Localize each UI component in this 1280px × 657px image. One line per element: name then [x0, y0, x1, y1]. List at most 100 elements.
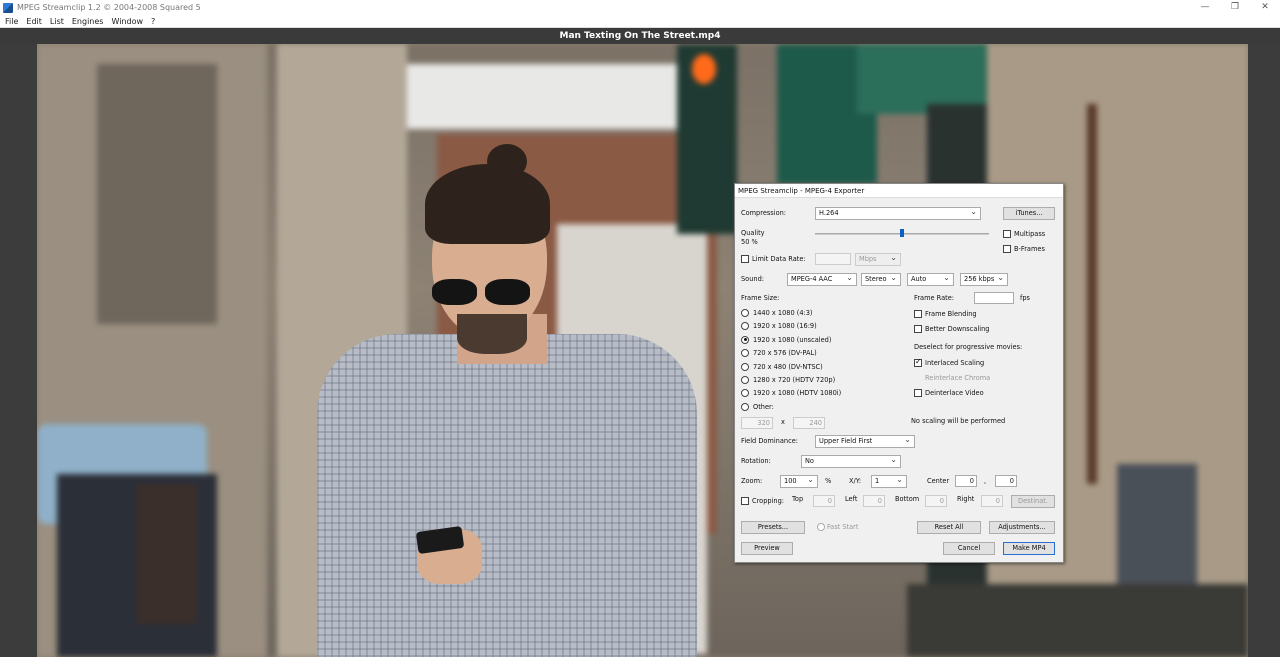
cancel-button[interactable]: Cancel [943, 542, 995, 555]
cropping-label: Cropping: [752, 497, 784, 505]
crop-bottom-input[interactable]: 0 [925, 495, 947, 507]
menu-file[interactable]: File [5, 17, 18, 26]
bframes-checkbox[interactable] [1003, 245, 1011, 253]
maximize-icon[interactable]: ❐ [1220, 0, 1250, 15]
preview-button[interactable]: Preview [741, 542, 793, 555]
crop-top-input[interactable]: 0 [813, 495, 835, 507]
no-scaling-text: No scaling will be performed [911, 417, 1006, 425]
frame-size-label: 1440 x 1080 (4:3) [753, 309, 813, 317]
frame-size-label: Frame Size: [741, 294, 780, 302]
crop-right-label: Right [957, 495, 975, 503]
quality-value: 50 % [741, 238, 758, 246]
center-label: Center [927, 477, 950, 485]
close-icon[interactable]: ✕ [1250, 0, 1280, 15]
frame-size-label: 1920 x 1080 (unscaled) [753, 335, 832, 344]
deselect-label: Deselect for progressive movies: [914, 343, 1023, 351]
other-x-label: x [781, 418, 785, 426]
menu-engines[interactable]: Engines [72, 17, 104, 26]
menu-bar: File Edit List Engines Window ? [0, 15, 1280, 28]
zoom-select[interactable]: 100 [780, 474, 818, 488]
compression-label: Compression: [741, 209, 787, 217]
deinterlace-video-checkbox[interactable] [914, 389, 922, 397]
quality-slider-thumb[interactable] [900, 229, 904, 237]
reinterlace-chroma-label: Reinterlace Chroma [925, 374, 991, 382]
data-rate-unit-select[interactable]: Mbps [855, 252, 901, 266]
xy-select[interactable]: 1 [871, 474, 907, 488]
xy-label: X/Y: [849, 477, 862, 485]
menu-window[interactable]: Window [111, 17, 143, 26]
other-height-input[interactable]: 240 [793, 417, 825, 429]
crop-top-label: Top [792, 495, 804, 503]
frame-size-radio[interactable] [741, 322, 749, 331]
field-dominance-select[interactable]: Upper Field First [815, 434, 915, 448]
frame-size-label: 1920 x 1080 (HDTV 1080i) [753, 389, 842, 398]
data-rate-input[interactable] [815, 253, 851, 265]
window-title: MPEG Streamclip 1.2 © 2004-2008 Squared … [17, 3, 201, 12]
menu-help[interactable]: ? [151, 17, 155, 26]
quality-label: Quality [741, 229, 765, 237]
title-bar: MPEG Streamclip 1.2 © 2004-2008 Squared … [0, 0, 1280, 15]
presets-button[interactable]: Presets... [741, 521, 805, 534]
sound-channels-select[interactable]: Stereo [861, 272, 901, 286]
multipass-checkbox[interactable] [1003, 230, 1011, 238]
field-dominance-label: Field Dominance: [741, 437, 798, 445]
compression-select[interactable]: H.264 [815, 206, 981, 220]
reinterlace-chroma-checkbox[interactable] [914, 374, 922, 382]
minimize-icon[interactable]: — [1190, 0, 1220, 15]
rotation-label: Rotation: [741, 457, 771, 465]
crop-left-input[interactable]: 0 [863, 495, 885, 507]
cropping-checkbox[interactable] [741, 497, 749, 505]
frame-size-radio[interactable] [741, 389, 749, 398]
frame-size-label: 1920 x 1080 (16:9) [753, 322, 817, 331]
frame-size-label: 720 x 480 (DV-NTSC) [753, 362, 823, 371]
frame-size-label: 1280 x 720 (HDTV 720p) [753, 376, 836, 384]
frame-size-label: Other: [753, 402, 774, 411]
menu-edit[interactable]: Edit [26, 17, 42, 26]
frame-size-radio[interactable] [741, 309, 749, 317]
limit-data-rate-checkbox[interactable] [741, 255, 749, 263]
zoom-unit: % [825, 477, 832, 485]
better-downscaling-checkbox[interactable] [914, 325, 922, 333]
limit-data-rate-label: Limit Data Rate: [752, 255, 806, 263]
center-y-input[interactable]: 0 [995, 475, 1017, 487]
rotation-select[interactable]: No [801, 454, 901, 468]
destination-button[interactable]: Destinat. [1011, 495, 1055, 508]
dialog-title: MPEG Streamclip - MPEG-4 Exporter [735, 184, 1063, 198]
adjustments-button[interactable]: Adjustments... [989, 521, 1055, 534]
itunes-button[interactable]: iTunes... [1003, 207, 1055, 220]
frame-rate-unit: fps [1020, 294, 1030, 302]
crop-right-input[interactable]: 0 [981, 495, 1003, 507]
menu-list[interactable]: List [50, 17, 64, 26]
movie-title: Man Texting On The Street.mp4 [0, 28, 1280, 44]
center-separator: , [984, 477, 987, 485]
window-controls: — ❐ ✕ [1190, 0, 1280, 15]
center-x-input[interactable]: 0 [955, 475, 977, 487]
make-mp4-button[interactable]: Make MP4 [1003, 542, 1055, 555]
interlaced-scaling-label: Interlaced Scaling [925, 359, 985, 367]
zoom-label: Zoom: [741, 477, 763, 485]
frame-blending-label: Frame Blending [925, 310, 977, 318]
frame-rate-label: Frame Rate: [914, 294, 954, 302]
sound-bitrate-select[interactable]: 256 kbps [960, 272, 1008, 286]
mpeg4-exporter-dialog: MPEG Streamclip - MPEG-4 Exporter Compre… [734, 183, 1064, 563]
app-logo-icon [3, 2, 13, 13]
frame-size-radio[interactable] [741, 376, 749, 384]
frame-size-radio[interactable] [741, 335, 749, 344]
interlaced-scaling-checkbox[interactable] [914, 357, 922, 367]
sound-rate-select[interactable]: Auto [907, 272, 954, 286]
other-width-input[interactable]: 320 [741, 417, 773, 429]
frame-size-radio[interactable] [741, 349, 749, 358]
frame-blending-checkbox[interactable] [914, 310, 922, 318]
crop-bottom-label: Bottom [895, 495, 920, 503]
frame-rate-input[interactable] [974, 292, 1014, 304]
reset-all-button[interactable]: Reset All [917, 521, 981, 534]
frame-size-label: 720 x 576 (DV-PAL) [753, 349, 817, 358]
app-window: MPEG Streamclip 1.2 © 2004-2008 Squared … [0, 0, 1280, 657]
frame-size-radio[interactable] [741, 402, 749, 411]
fast-start-checkbox[interactable] [817, 523, 825, 531]
sound-codec-select[interactable]: MPEG-4 AAC [787, 272, 857, 286]
better-downscaling-label: Better Downscaling [925, 325, 990, 333]
multipass-label: Multipass [1014, 230, 1046, 238]
bframes-label: B-Frames [1014, 245, 1045, 253]
frame-size-radio[interactable] [741, 362, 749, 371]
